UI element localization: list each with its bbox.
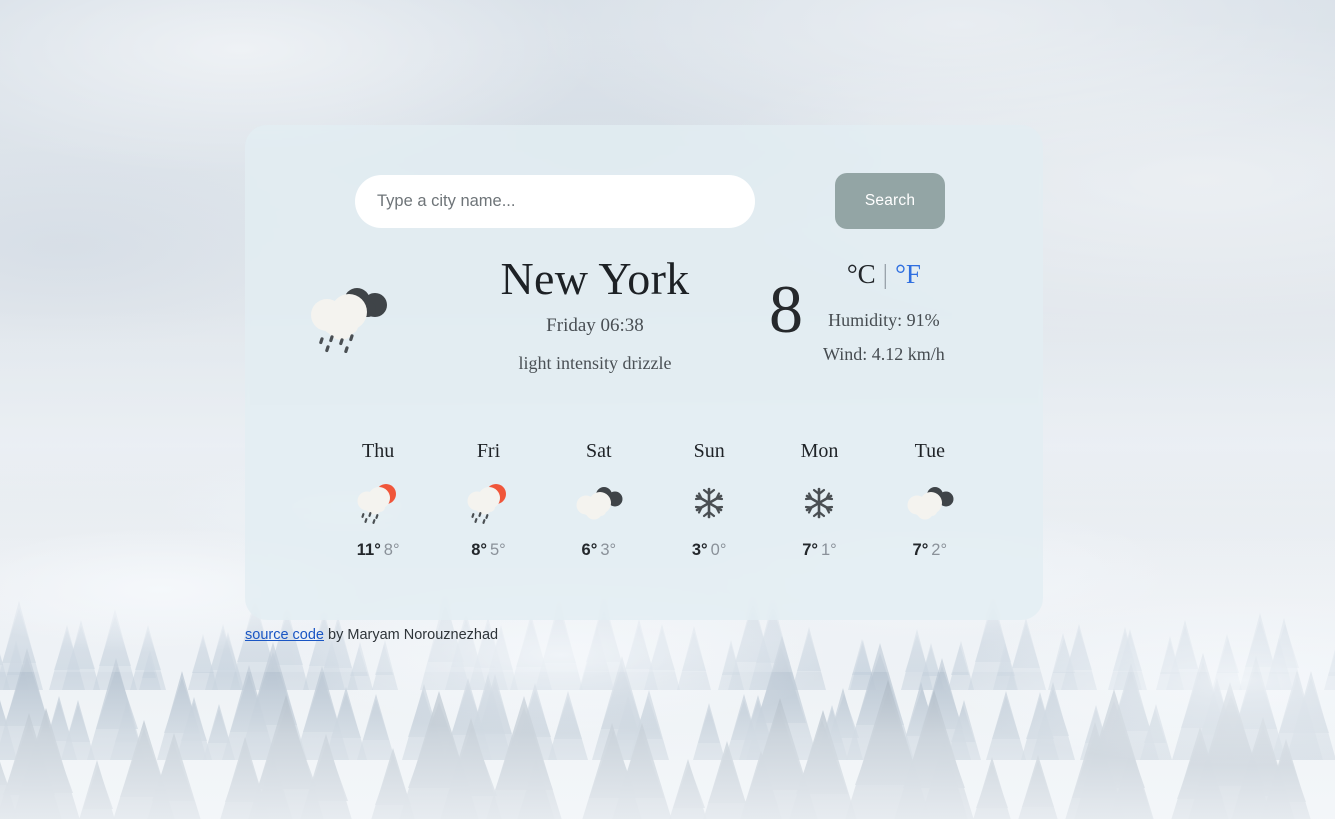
forecast-day-label: Fri: [476, 440, 501, 462]
forecast-day: Sun 3° 0°: [654, 440, 764, 560]
broken-clouds-icon: [875, 475, 985, 531]
tree-silhouette: [82, 766, 113, 809]
forecast-min-temp: 0°: [710, 541, 727, 559]
fahrenheit-unit-link[interactable]: °F: [895, 259, 921, 289]
forecast-temps: 6° 3°: [544, 541, 654, 560]
current-datetime: Friday 06:38: [546, 314, 644, 336]
broken-clouds-icon: [544, 475, 654, 531]
wind-value: Wind: 4.12 km/h: [823, 344, 945, 364]
tree-silhouette: [1113, 755, 1150, 806]
footer-credit: by Maryam Norouznezhad: [324, 627, 499, 643]
unit-toggle: °C | °F: [823, 259, 945, 290]
drizzle-cloud-icon: [302, 279, 388, 353]
weather-card: Search: [245, 125, 1043, 620]
forecast-day: Sat 6° 3°: [544, 440, 654, 560]
forecast-day-label: Sun: [693, 440, 725, 462]
forecast-day: Mon 7° 1°: [764, 440, 874, 560]
tree-silhouette: [976, 763, 1009, 809]
forecast-day-label: Sat: [586, 440, 612, 462]
weather-description: light intensity drizzle: [518, 352, 672, 373]
search-form: Search: [355, 173, 945, 229]
forecast-max-temp: 8°: [471, 541, 487, 559]
current-weather-icon-wrap: [245, 253, 445, 353]
tree-silhouette: [1266, 746, 1307, 803]
forecast-temps: 8° 5°: [433, 541, 543, 560]
forecast-day-label: Tue: [914, 440, 945, 462]
tree-silhouette: [152, 740, 195, 801]
tree-silhouette: [1021, 761, 1054, 808]
search-input[interactable]: [355, 174, 755, 228]
forecast-max-temp: 6°: [581, 541, 598, 559]
tree-silhouette: [19, 718, 74, 794]
current-weather-metrics: 8 °C | °F Humidity: 91% Wind: 4.12 km/h: [745, 253, 1043, 365]
forecast-day: Fri 8° 5°: [433, 440, 543, 560]
celsius-unit-link[interactable]: °C: [847, 259, 876, 289]
forecast-max-temp: 7°: [802, 541, 818, 559]
humidity-value: Humidity: 91%: [828, 310, 940, 330]
forecast-day-label: Thu: [362, 440, 395, 462]
forecast-min-temp: 8°: [383, 541, 400, 559]
tree-silhouette: [618, 731, 665, 798]
units-block: °C | °F Humidity: 91% Wind: 4.12 km/h: [817, 253, 945, 365]
forecast-temps: 3° 0°: [654, 541, 764, 560]
snowflake-icon: [654, 475, 764, 531]
snowflake-icon: [764, 475, 874, 531]
sun-rain-icon: [323, 475, 433, 531]
forecast-temps: 7° 2°: [875, 541, 985, 560]
footer: source code by Maryam Norouznezhad: [245, 627, 498, 643]
unit-separator: |: [882, 259, 889, 289]
city-name: New York: [500, 253, 690, 304]
forecast-day: Thu 11° 8°: [323, 440, 433, 560]
forecast-temps: 11° 8°: [323, 541, 433, 560]
forecast-min-temp: 3°: [600, 541, 617, 559]
tree-silhouette: [520, 764, 551, 809]
current-temperature: 8: [769, 271, 803, 347]
tree-silhouette: [305, 742, 348, 802]
current-weather: New York Friday 06:38 light intensity dr…: [245, 253, 1043, 374]
forecast-min-temp: 5°: [489, 541, 506, 559]
forecast-day-label: Mon: [800, 440, 839, 462]
forecast-row: Thu 11° 8° Fri 8° 5° Sat 6° 3° Sun 3° 0°…: [323, 440, 985, 560]
source-code-link[interactable]: source code: [245, 627, 324, 643]
forecast-max-temp: 11°: [356, 541, 381, 559]
sun-rain-icon: [433, 475, 543, 531]
forecast-temps: 7° 1°: [764, 541, 874, 560]
tree-silhouette: [924, 748, 963, 804]
forecast-min-temp: 1°: [820, 541, 837, 559]
forecast-min-temp: 2°: [931, 541, 948, 559]
forecast-day: Tue 7° 2°: [875, 440, 985, 560]
forecast-max-temp: 7°: [912, 541, 929, 559]
forecast-max-temp: 3°: [691, 541, 708, 559]
current-weather-info: New York Friday 06:38 light intensity dr…: [445, 253, 745, 374]
tree-silhouette: [796, 719, 849, 794]
search-button[interactable]: Search: [835, 173, 945, 229]
